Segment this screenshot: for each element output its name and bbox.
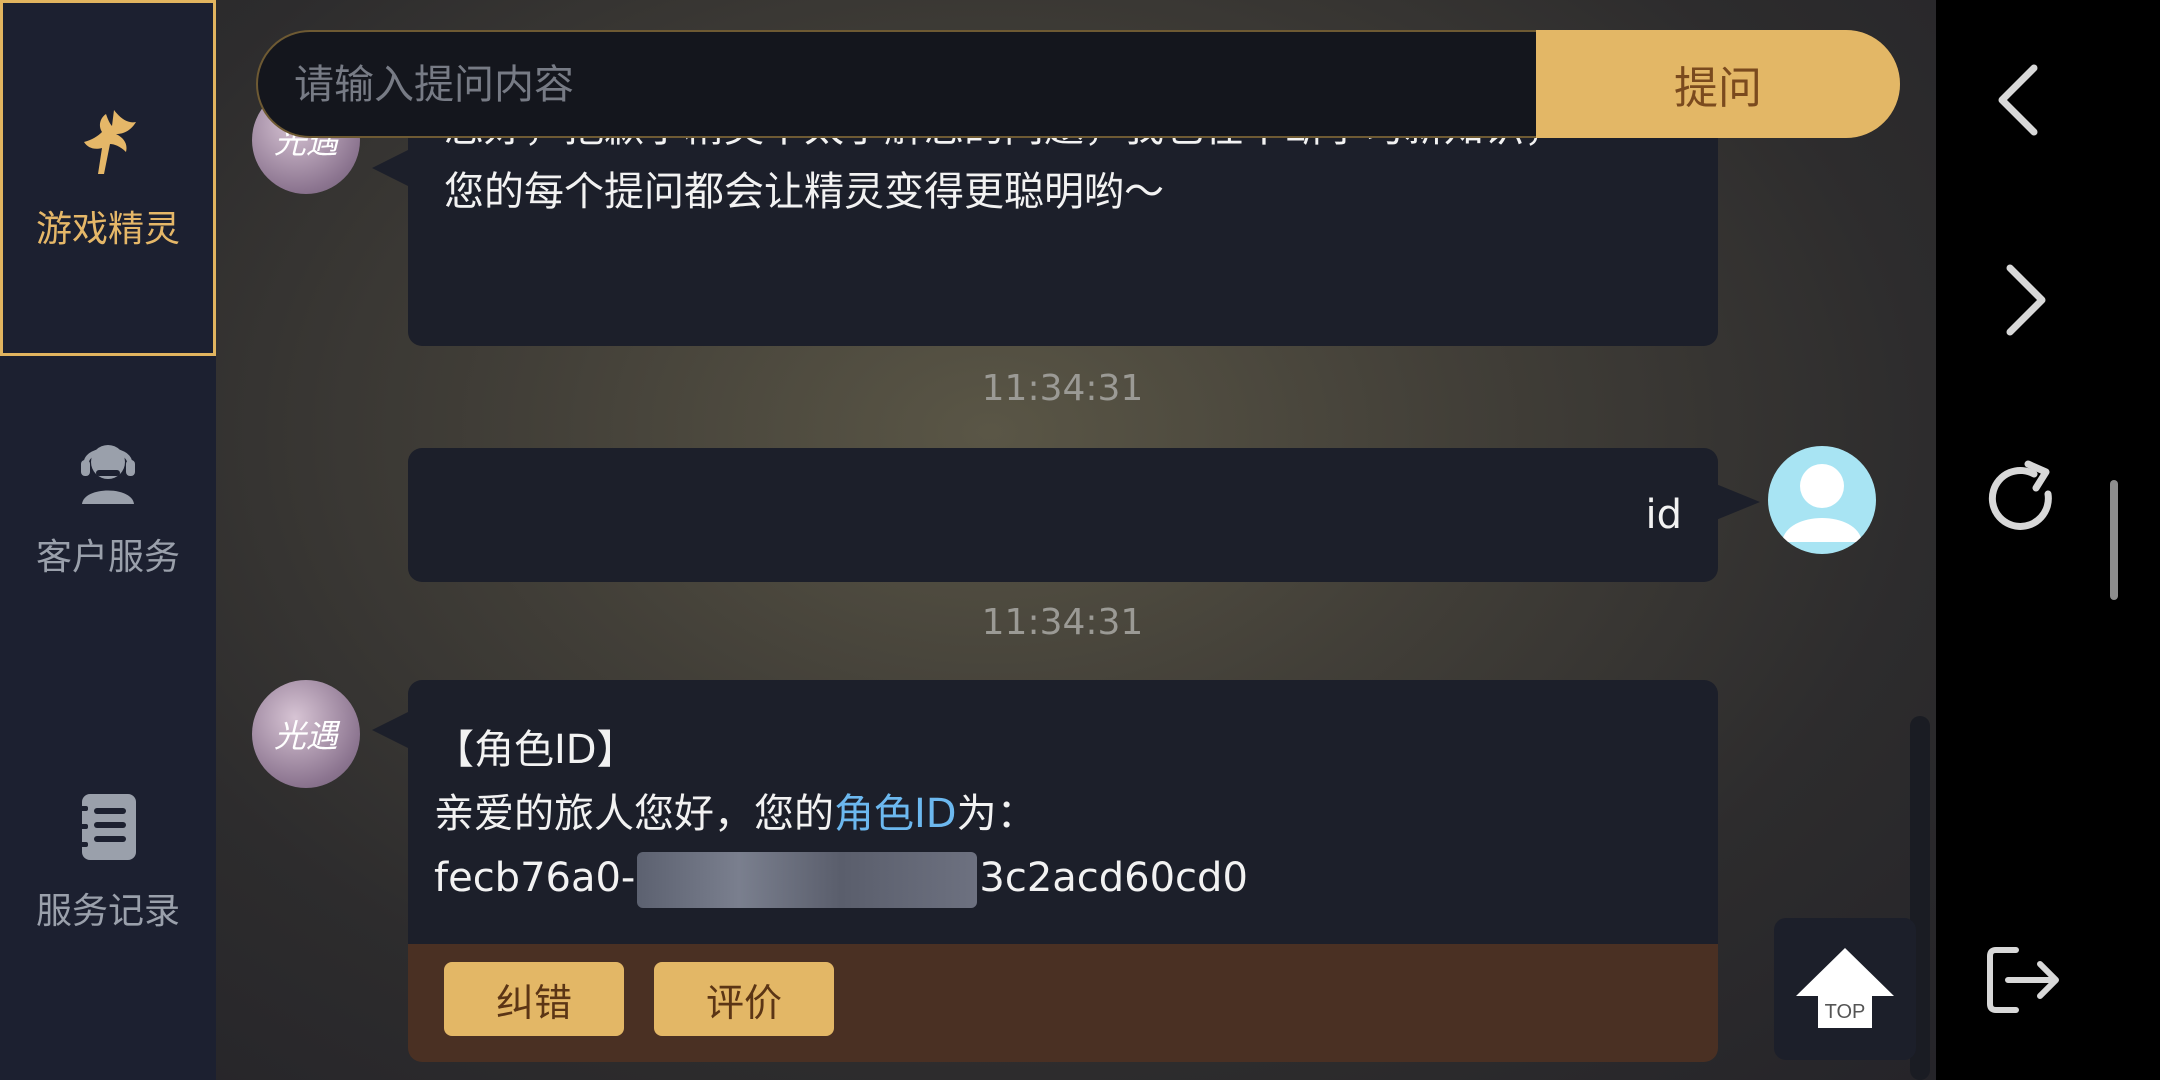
question-input[interactable] <box>258 32 1576 136</box>
sidebar-item-label: 服务记录 <box>35 891 180 932</box>
bot-message-bubble: 【角色ID】 亲爱的旅人您好，您的角色ID为： fecb76a0- 3c2acd6… <box>408 680 1718 950</box>
ask-button[interactable]: 提问 <box>1536 30 1900 138</box>
role-id-value: fecb76a0- 3c2acd60cd0 <box>434 846 1682 910</box>
bubble-tail <box>1716 484 1760 520</box>
user-message-bubble: id <box>408 448 1718 582</box>
nav-drag-handle[interactable] <box>2110 480 2118 600</box>
person-icon <box>1782 464 1862 542</box>
rate-button[interactable]: 评价 <box>654 962 834 1036</box>
id-end: 3c2acd60cd0 <box>979 855 1248 901</box>
correct-button[interactable]: 纠错 <box>444 962 624 1036</box>
records-icon <box>78 794 136 860</box>
sidebar-item-service-records[interactable]: 服务记录 <box>0 710 216 1010</box>
message-timestamp: 11:34:31 <box>981 368 1144 409</box>
sidebar-item-label: 游戏精灵 <box>35 209 180 250</box>
scroll-top-button[interactable]: TOP <box>1774 918 1916 1060</box>
sidebar-item-game-fairy[interactable]: 游戏精灵 <box>0 0 216 356</box>
message-title: 【角色ID】 <box>434 727 637 773</box>
user-avatar <box>1768 446 1876 554</box>
chat-area: 光遇 您好，抱歉小精灵不太了解您的问题，我也在不断学习新知识， 您的每个提问都会… <box>216 0 1936 1080</box>
sidebar: 游戏精灵 客户服务 服务记录 <box>0 0 216 1080</box>
top-label: TOP <box>1825 1001 1866 1023</box>
customer-service-icon <box>81 445 135 504</box>
fairy-icon <box>84 110 136 174</box>
message-action-bar: 纠错 评价 <box>408 944 1718 1062</box>
user-message-text: id <box>1645 492 1682 538</box>
up-arrow-icon: TOP <box>1796 948 1894 1028</box>
right-nav <box>1936 0 2160 1080</box>
forward-icon[interactable] <box>1976 254 2068 346</box>
text-segment: 为： <box>956 791 1037 837</box>
sidebar-item-customer-service[interactable]: 客户服务 <box>0 356 216 656</box>
message-line: 亲爱的旅人您好，您的角色ID为： <box>434 782 1682 846</box>
bubble-tail <box>372 150 408 186</box>
avatar-logo: 光遇 <box>273 717 338 755</box>
redacted-blur <box>637 852 978 908</box>
message-timestamp: 11:34:31 <box>981 602 1144 643</box>
id-start: fecb76a0- <box>434 855 636 901</box>
refresh-icon[interactable] <box>1976 454 2068 546</box>
exit-icon[interactable] <box>1976 934 2068 1026</box>
text-segment: 亲爱的旅人您好，您的 <box>434 791 834 837</box>
message-line: 您的每个提问都会让精灵变得更聪明哟～ <box>444 169 1164 215</box>
role-id-link[interactable]: 角色ID <box>834 791 957 837</box>
back-icon[interactable] <box>1976 54 2068 146</box>
sidebar-item-label: 客户服务 <box>35 537 180 578</box>
bot-avatar: 光遇 <box>252 680 360 788</box>
bubble-tail <box>372 712 408 748</box>
